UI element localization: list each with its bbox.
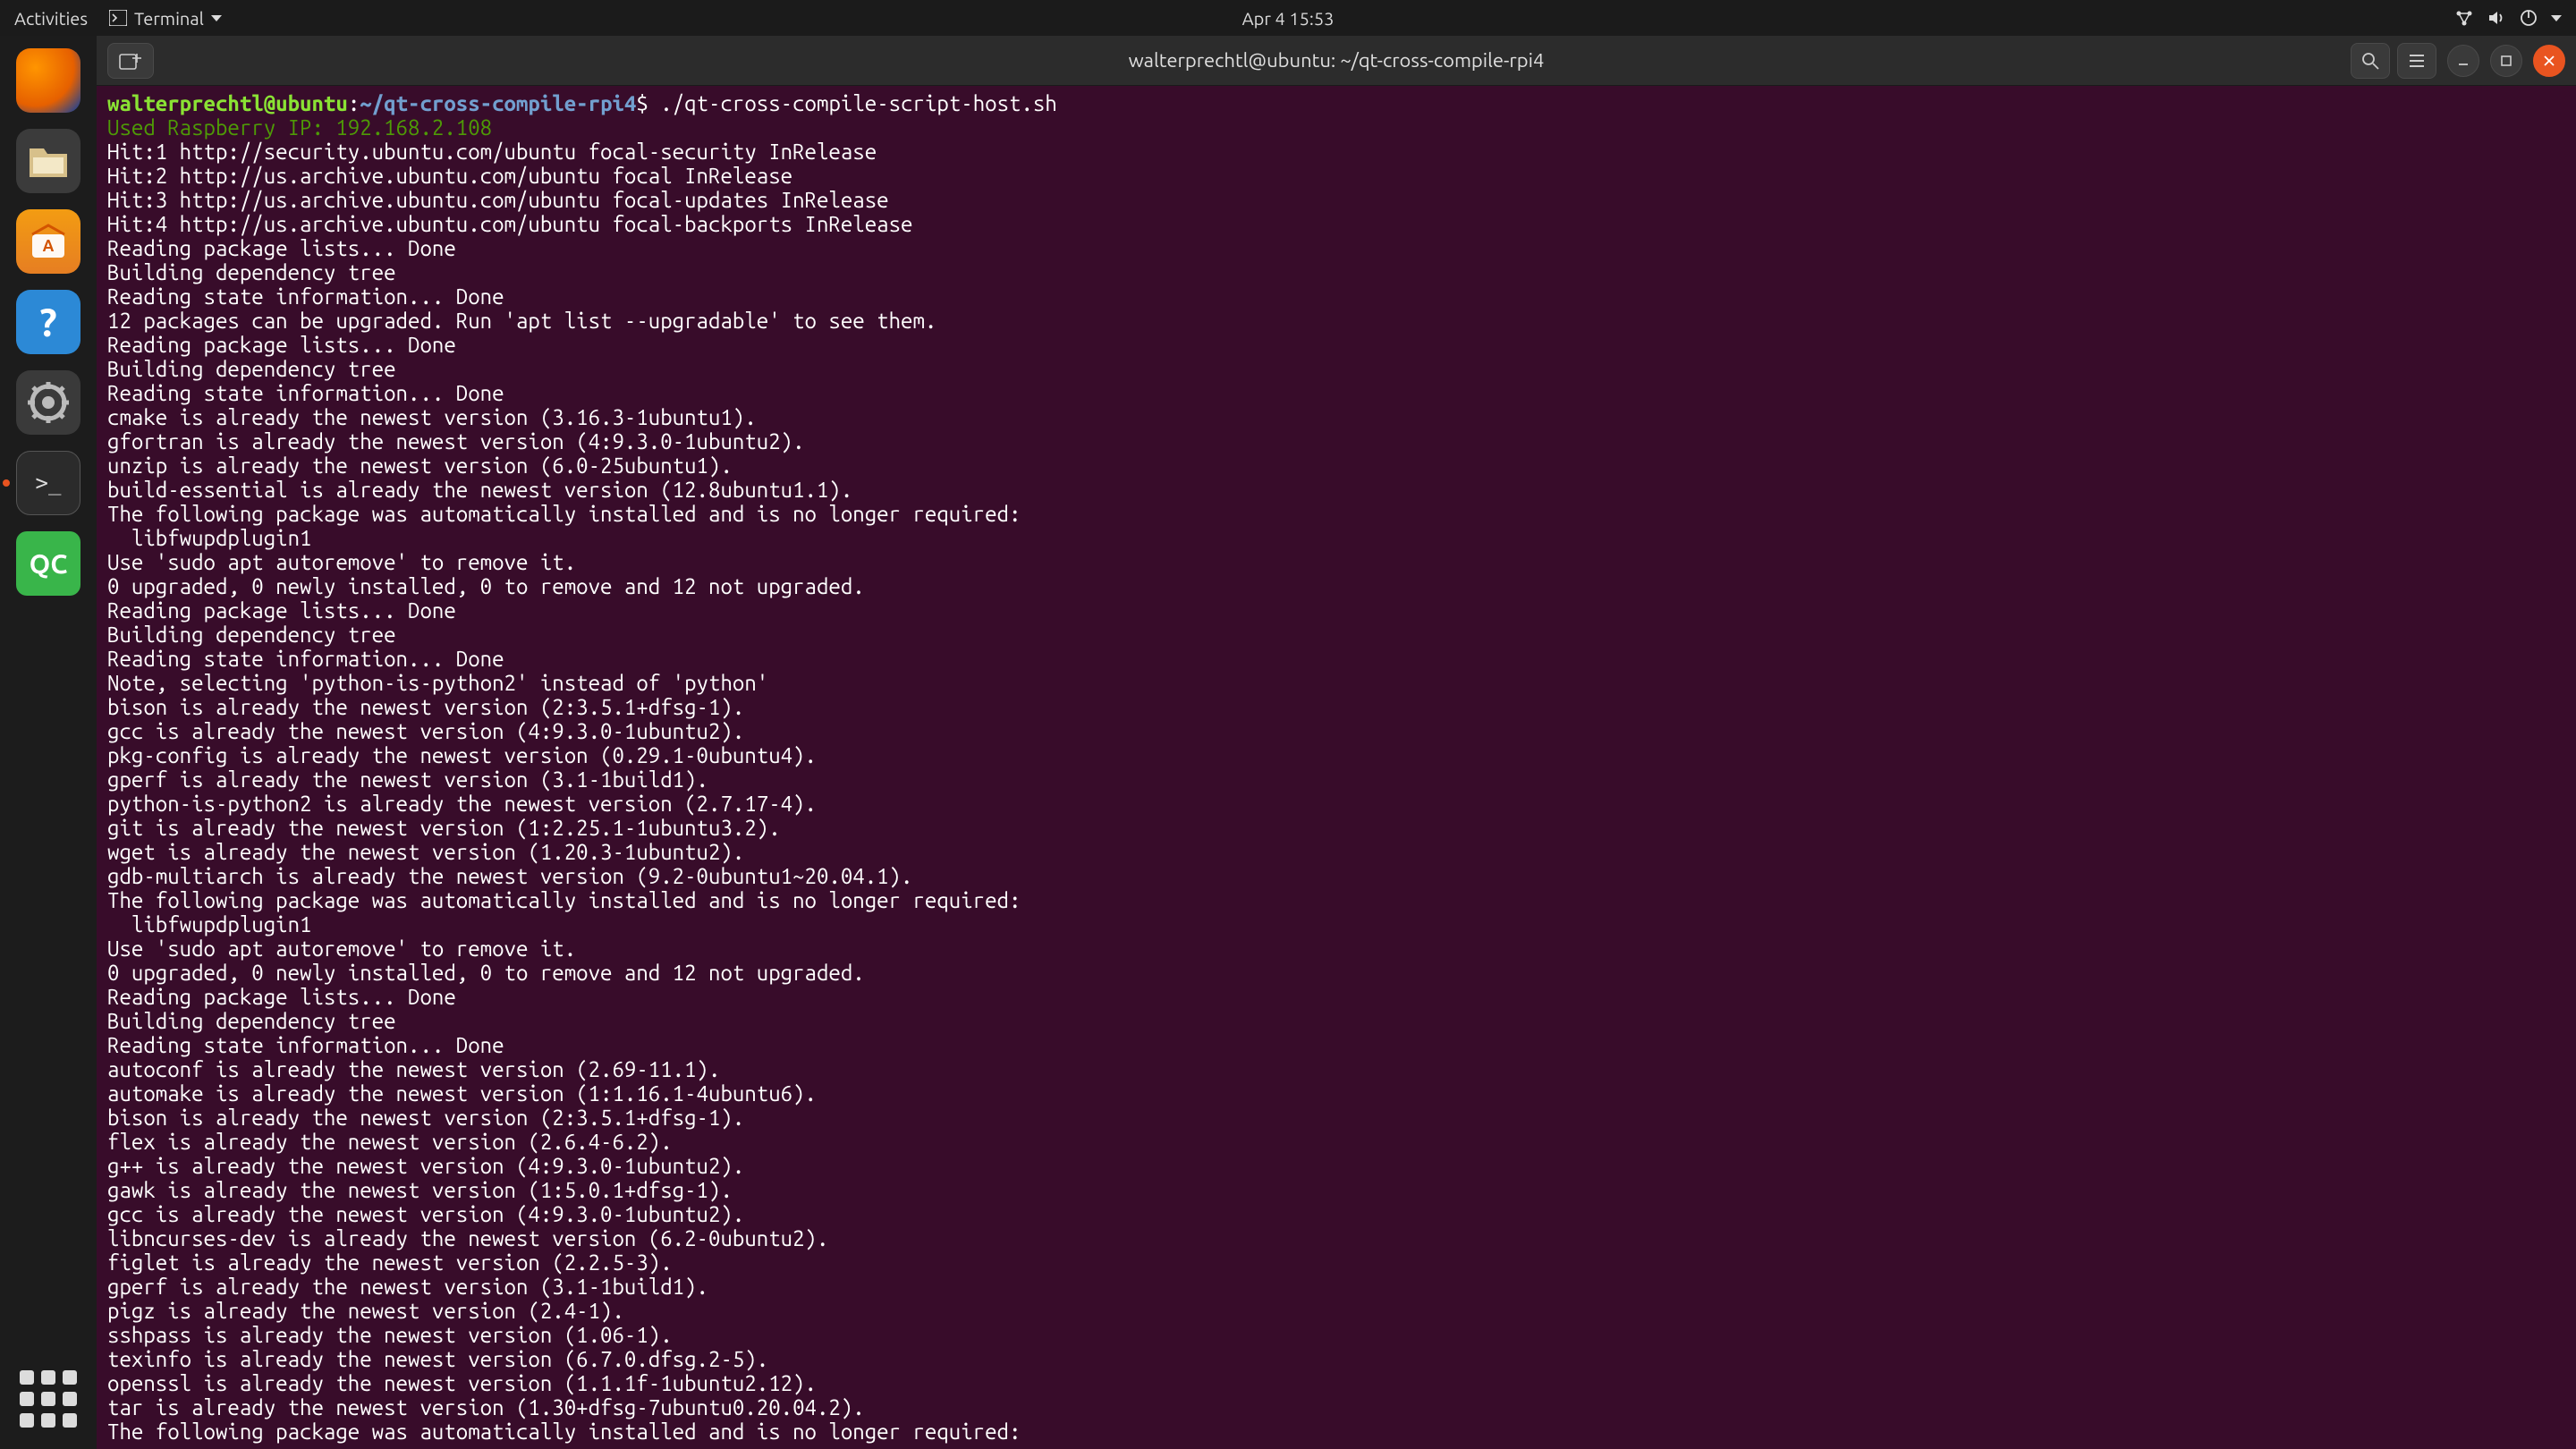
app-menu[interactable]: Terminal	[109, 8, 222, 29]
dock-files[interactable]	[16, 129, 80, 193]
terminal-glyph: >_	[36, 470, 62, 496]
system-menu-chevron-icon[interactable]	[2551, 15, 2562, 21]
dock-terminal[interactable]: >_	[16, 451, 80, 515]
search-button[interactable]	[2351, 43, 2390, 79]
svg-text:A: A	[43, 237, 55, 255]
new-tab-button[interactable]	[107, 43, 154, 79]
terminal-window: walterprechtl@ubuntu: ~/qt-cross-compile…	[97, 36, 2576, 1449]
dock-help[interactable]: ?	[16, 290, 80, 354]
prompt-user-host: walterprechtl@ubuntu	[107, 91, 348, 115]
show-applications-button[interactable]	[20, 1370, 77, 1428]
network-icon[interactable]	[2454, 8, 2474, 28]
terminal-titlebar: walterprechtl@ubuntu: ~/qt-cross-compile…	[97, 36, 2576, 86]
maximize-button[interactable]	[2490, 45, 2522, 77]
volume-icon[interactable]	[2487, 8, 2506, 28]
command-text: ./qt-cross-compile-script-host.sh	[660, 91, 1057, 115]
window-title: walterprechtl@ubuntu: ~/qt-cross-compile…	[1129, 49, 1545, 72]
qc-label: QC	[30, 548, 68, 579]
dock-firefox[interactable]	[16, 48, 80, 113]
dock: A ? >_ QC	[0, 36, 97, 1449]
chevron-down-icon	[211, 15, 222, 21]
terminal-menu-icon	[109, 10, 127, 26]
dock-software[interactable]: A	[16, 209, 80, 274]
terminal-output: Hit:1 http://security.ubuntu.com/ubuntu …	[107, 140, 1021, 1444]
power-icon[interactable]	[2519, 8, 2538, 28]
terminal-body[interactable]: walterprechtl@ubuntu:~/qt-cross-compile-…	[97, 86, 2576, 1449]
app-menu-label: Terminal	[134, 8, 204, 29]
minimize-button[interactable]	[2447, 45, 2479, 77]
activities-button[interactable]: Activities	[14, 8, 88, 29]
dock-qtcreator[interactable]: QC	[16, 531, 80, 596]
prompt-colon: :	[348, 91, 360, 115]
prompt-dollar: $	[636, 91, 660, 115]
prompt-path: ~/qt-cross-compile-rpi4	[360, 91, 636, 115]
gnome-top-bar: Activities Terminal Apr 4 15:53	[0, 0, 2576, 36]
help-glyph: ?	[39, 301, 56, 344]
rpi-ip-line: Used Raspberry IP: 192.168.2.108	[107, 115, 492, 140]
clock[interactable]: Apr 4 15:53	[1242, 8, 1335, 29]
close-button[interactable]	[2533, 45, 2565, 77]
hamburger-menu-button[interactable]	[2397, 43, 2436, 79]
dock-settings[interactable]	[16, 370, 80, 435]
